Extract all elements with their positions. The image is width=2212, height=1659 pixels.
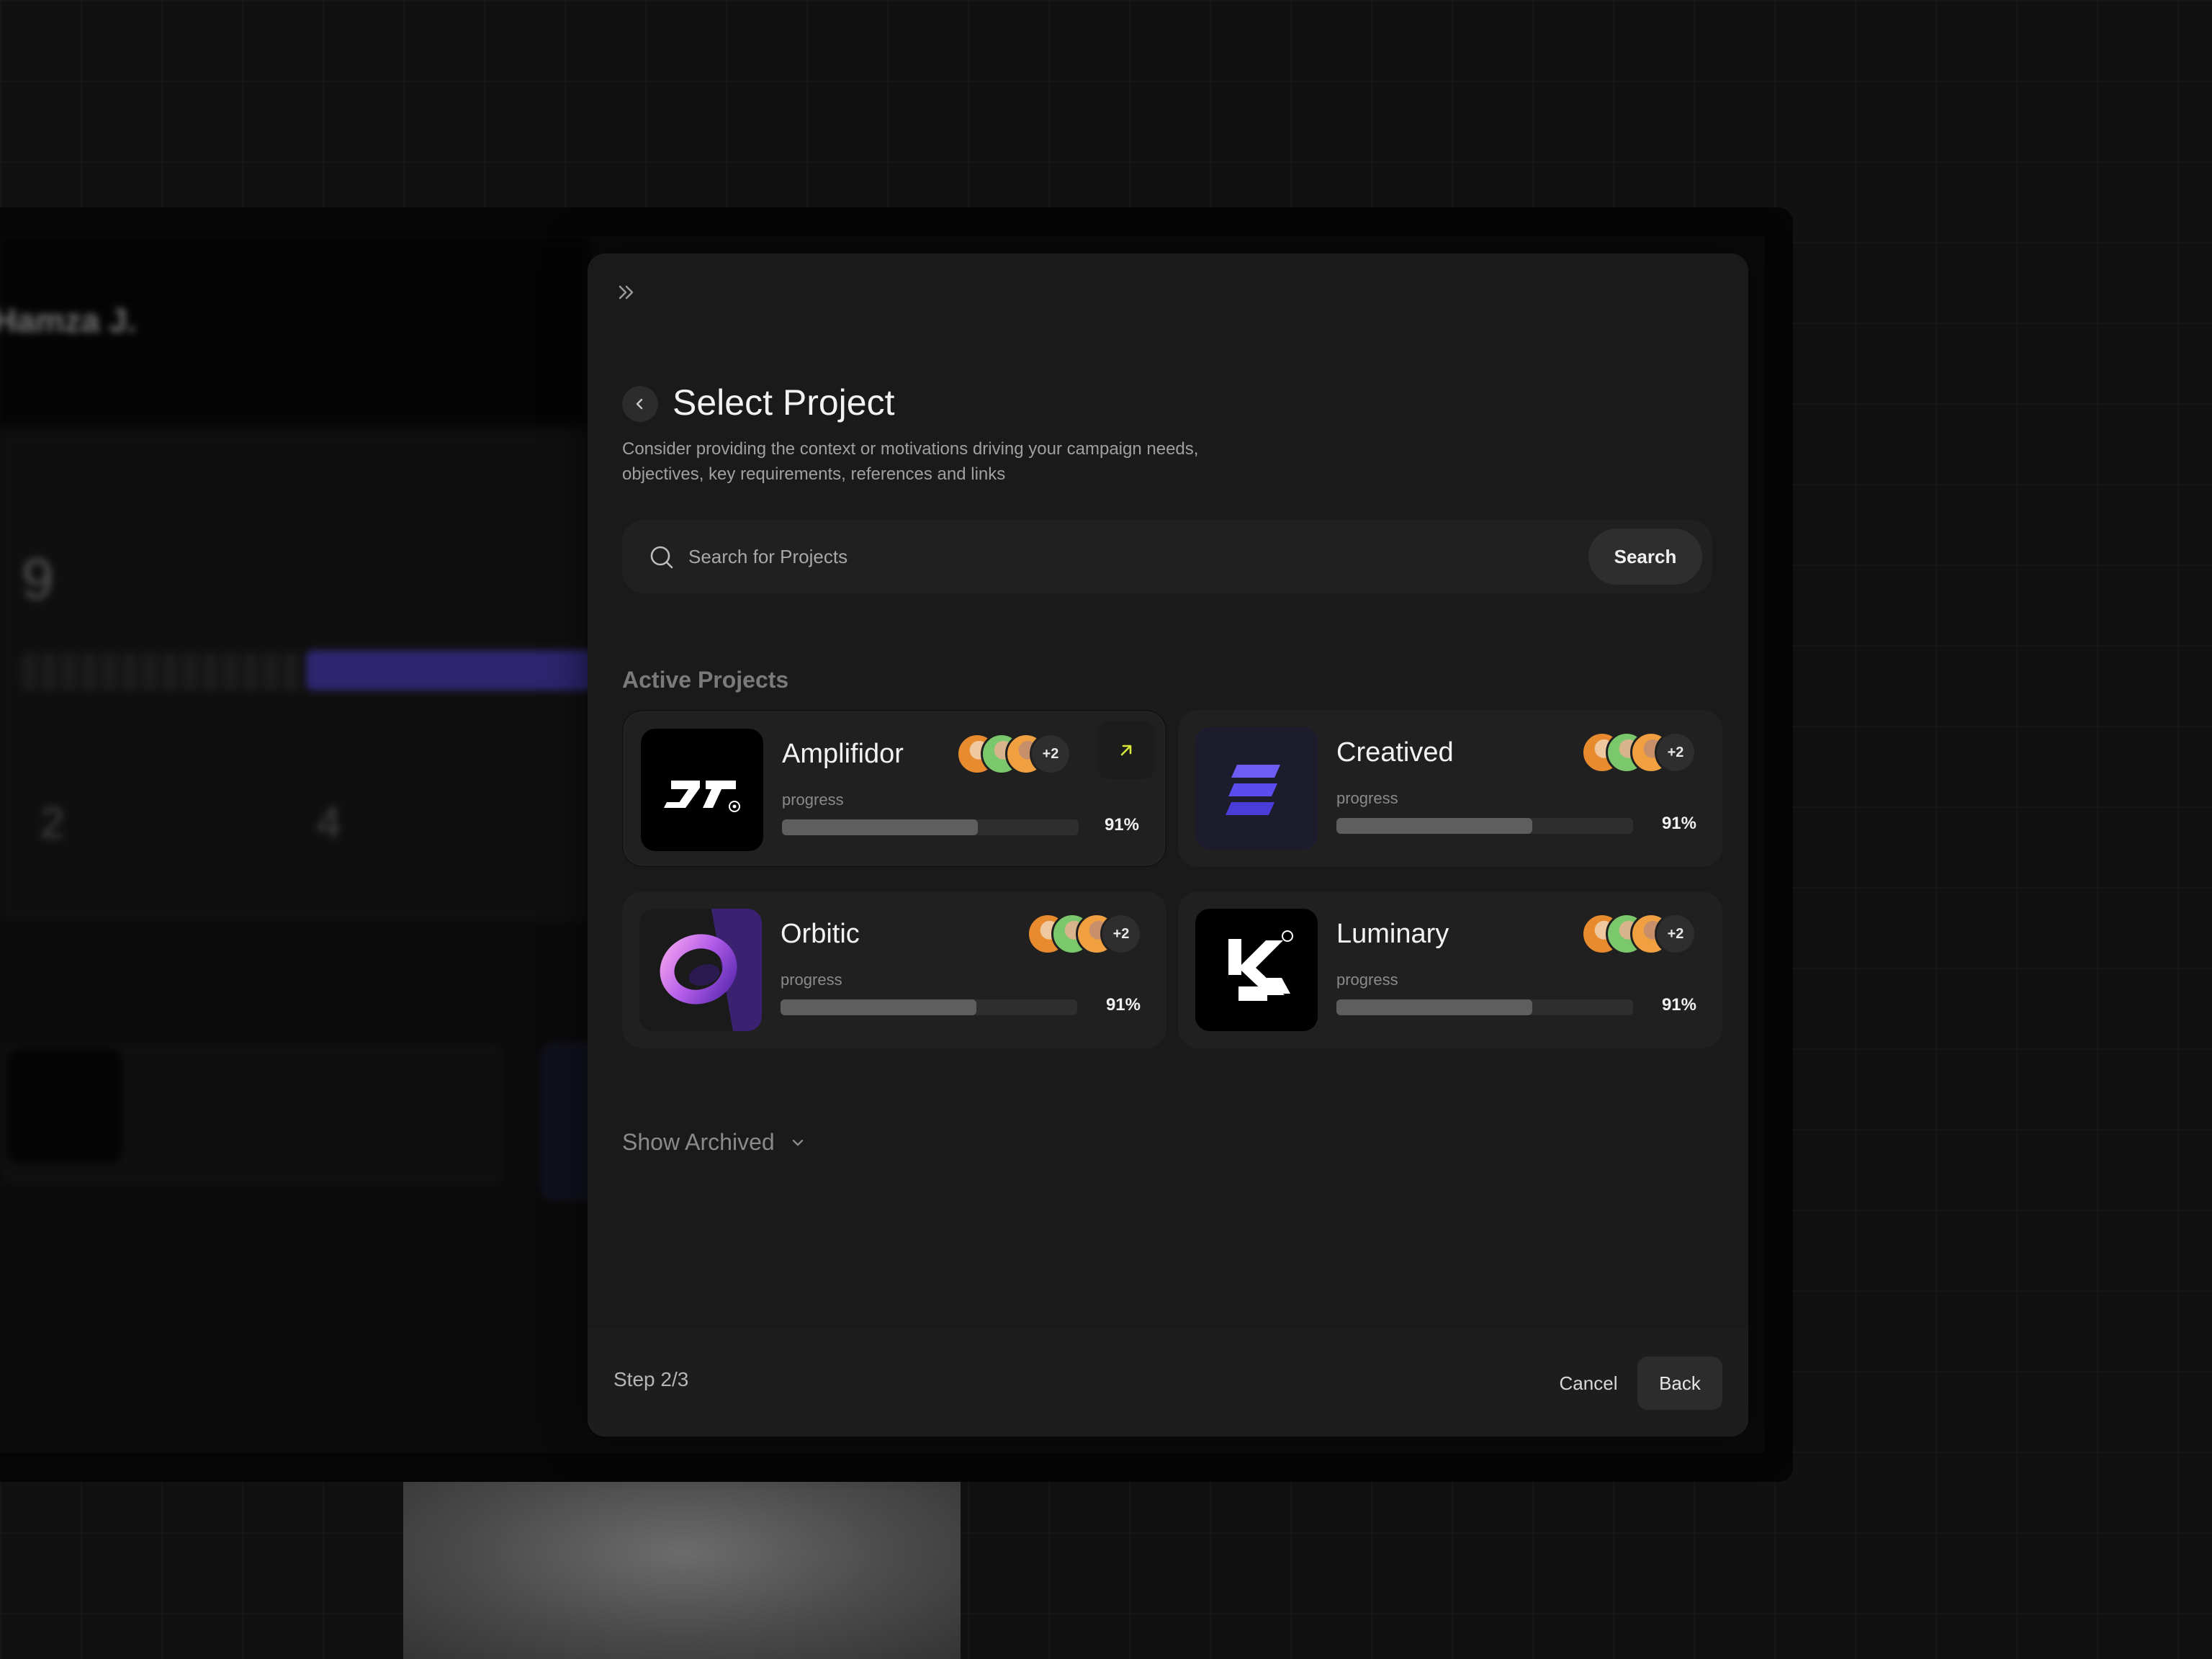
background-bar	[22, 654, 302, 690]
double-chevron-right-icon[interactable]	[615, 281, 638, 304]
arrow-up-right-icon	[1120, 745, 1132, 756]
more-members-badge: +2	[1030, 733, 1071, 775]
chevron-down-icon	[792, 1139, 803, 1146]
more-members-badge: +2	[1655, 732, 1696, 773]
progress-track	[782, 819, 1079, 835]
progress-track	[1336, 999, 1633, 1015]
progress-track	[781, 999, 1077, 1015]
section-title-active-projects: Active Projects	[622, 667, 789, 693]
progress-label: progress	[1336, 789, 1398, 807]
project-card-orbitic[interactable]: Orbitic +2 progress 91%	[622, 891, 1166, 1048]
cancel-button[interactable]: Cancel	[1545, 1357, 1632, 1410]
search-button[interactable]: Search	[1588, 529, 1702, 585]
project-card-creatived[interactable]: Creatived +2 progress 91%	[1178, 710, 1722, 867]
background-bar-progress	[306, 650, 594, 691]
creatived-logo	[1195, 727, 1318, 850]
search-input[interactable]	[688, 540, 1552, 573]
progress-percent: 91%	[1104, 815, 1139, 835]
member-avatars: +2	[1581, 732, 1696, 773]
progress-percent: 91%	[1661, 995, 1696, 1015]
back-arrow-button[interactable]	[622, 386, 658, 422]
show-archived-toggle[interactable]: Show Archived	[622, 1129, 806, 1156]
background-big-number: 9	[22, 547, 54, 611]
more-members-badge: +2	[1100, 913, 1142, 955]
background-stat-b: 4	[317, 799, 341, 847]
progress-label: progress	[782, 791, 844, 809]
background-card-logo	[7, 1048, 122, 1164]
more-members-badge: +2	[1655, 913, 1696, 955]
project-card-amplifidor[interactable]: Amplifidor +2 progress 91%	[622, 710, 1166, 867]
progress-percent: 91%	[1105, 995, 1141, 1015]
progress-label: progress	[781, 971, 842, 989]
chevron-left-icon	[636, 398, 643, 410]
project-name: Creatived	[1336, 737, 1454, 768]
orbitic-logo	[639, 909, 762, 1031]
project-card-luminary[interactable]: Luminary +2 progress 91%	[1178, 891, 1722, 1048]
modal-footer: Step 2/3 Cancel Back	[588, 1328, 1748, 1437]
progress-label: progress	[1336, 971, 1398, 989]
search-icon	[650, 546, 673, 569]
progress-fill	[1336, 818, 1532, 834]
monitor-stand	[403, 1482, 961, 1659]
back-button[interactable]: Back	[1637, 1357, 1722, 1410]
progress-fill	[782, 819, 978, 835]
search-bar: Search	[622, 520, 1712, 593]
member-avatars: +2	[1027, 913, 1142, 955]
background-user-name: Hamza J.	[0, 302, 137, 339]
member-avatars: +2	[1581, 913, 1696, 955]
modal-description: Consider providing the context or motiva…	[622, 439, 1199, 484]
show-archived-label: Show Archived	[622, 1129, 775, 1155]
luminary-logo	[1195, 909, 1318, 1031]
step-indicator: Step 2/3	[613, 1368, 689, 1390]
project-name: Amplifidor	[782, 739, 904, 769]
project-name: Luminary	[1336, 919, 1449, 949]
modal-title: Select Project	[673, 382, 895, 423]
open-project-button[interactable]	[1097, 721, 1155, 779]
progress-track	[1336, 818, 1633, 834]
progress-fill	[1336, 999, 1532, 1015]
select-project-modal: Select Project Consider providing the co…	[588, 253, 1748, 1437]
background-stat-a: 2	[40, 799, 65, 847]
project-name: Orbitic	[781, 919, 860, 949]
progress-fill	[781, 999, 976, 1015]
progress-percent: 91%	[1661, 814, 1696, 833]
member-avatars: +2	[956, 733, 1071, 775]
amplifidor-logo	[641, 729, 763, 851]
